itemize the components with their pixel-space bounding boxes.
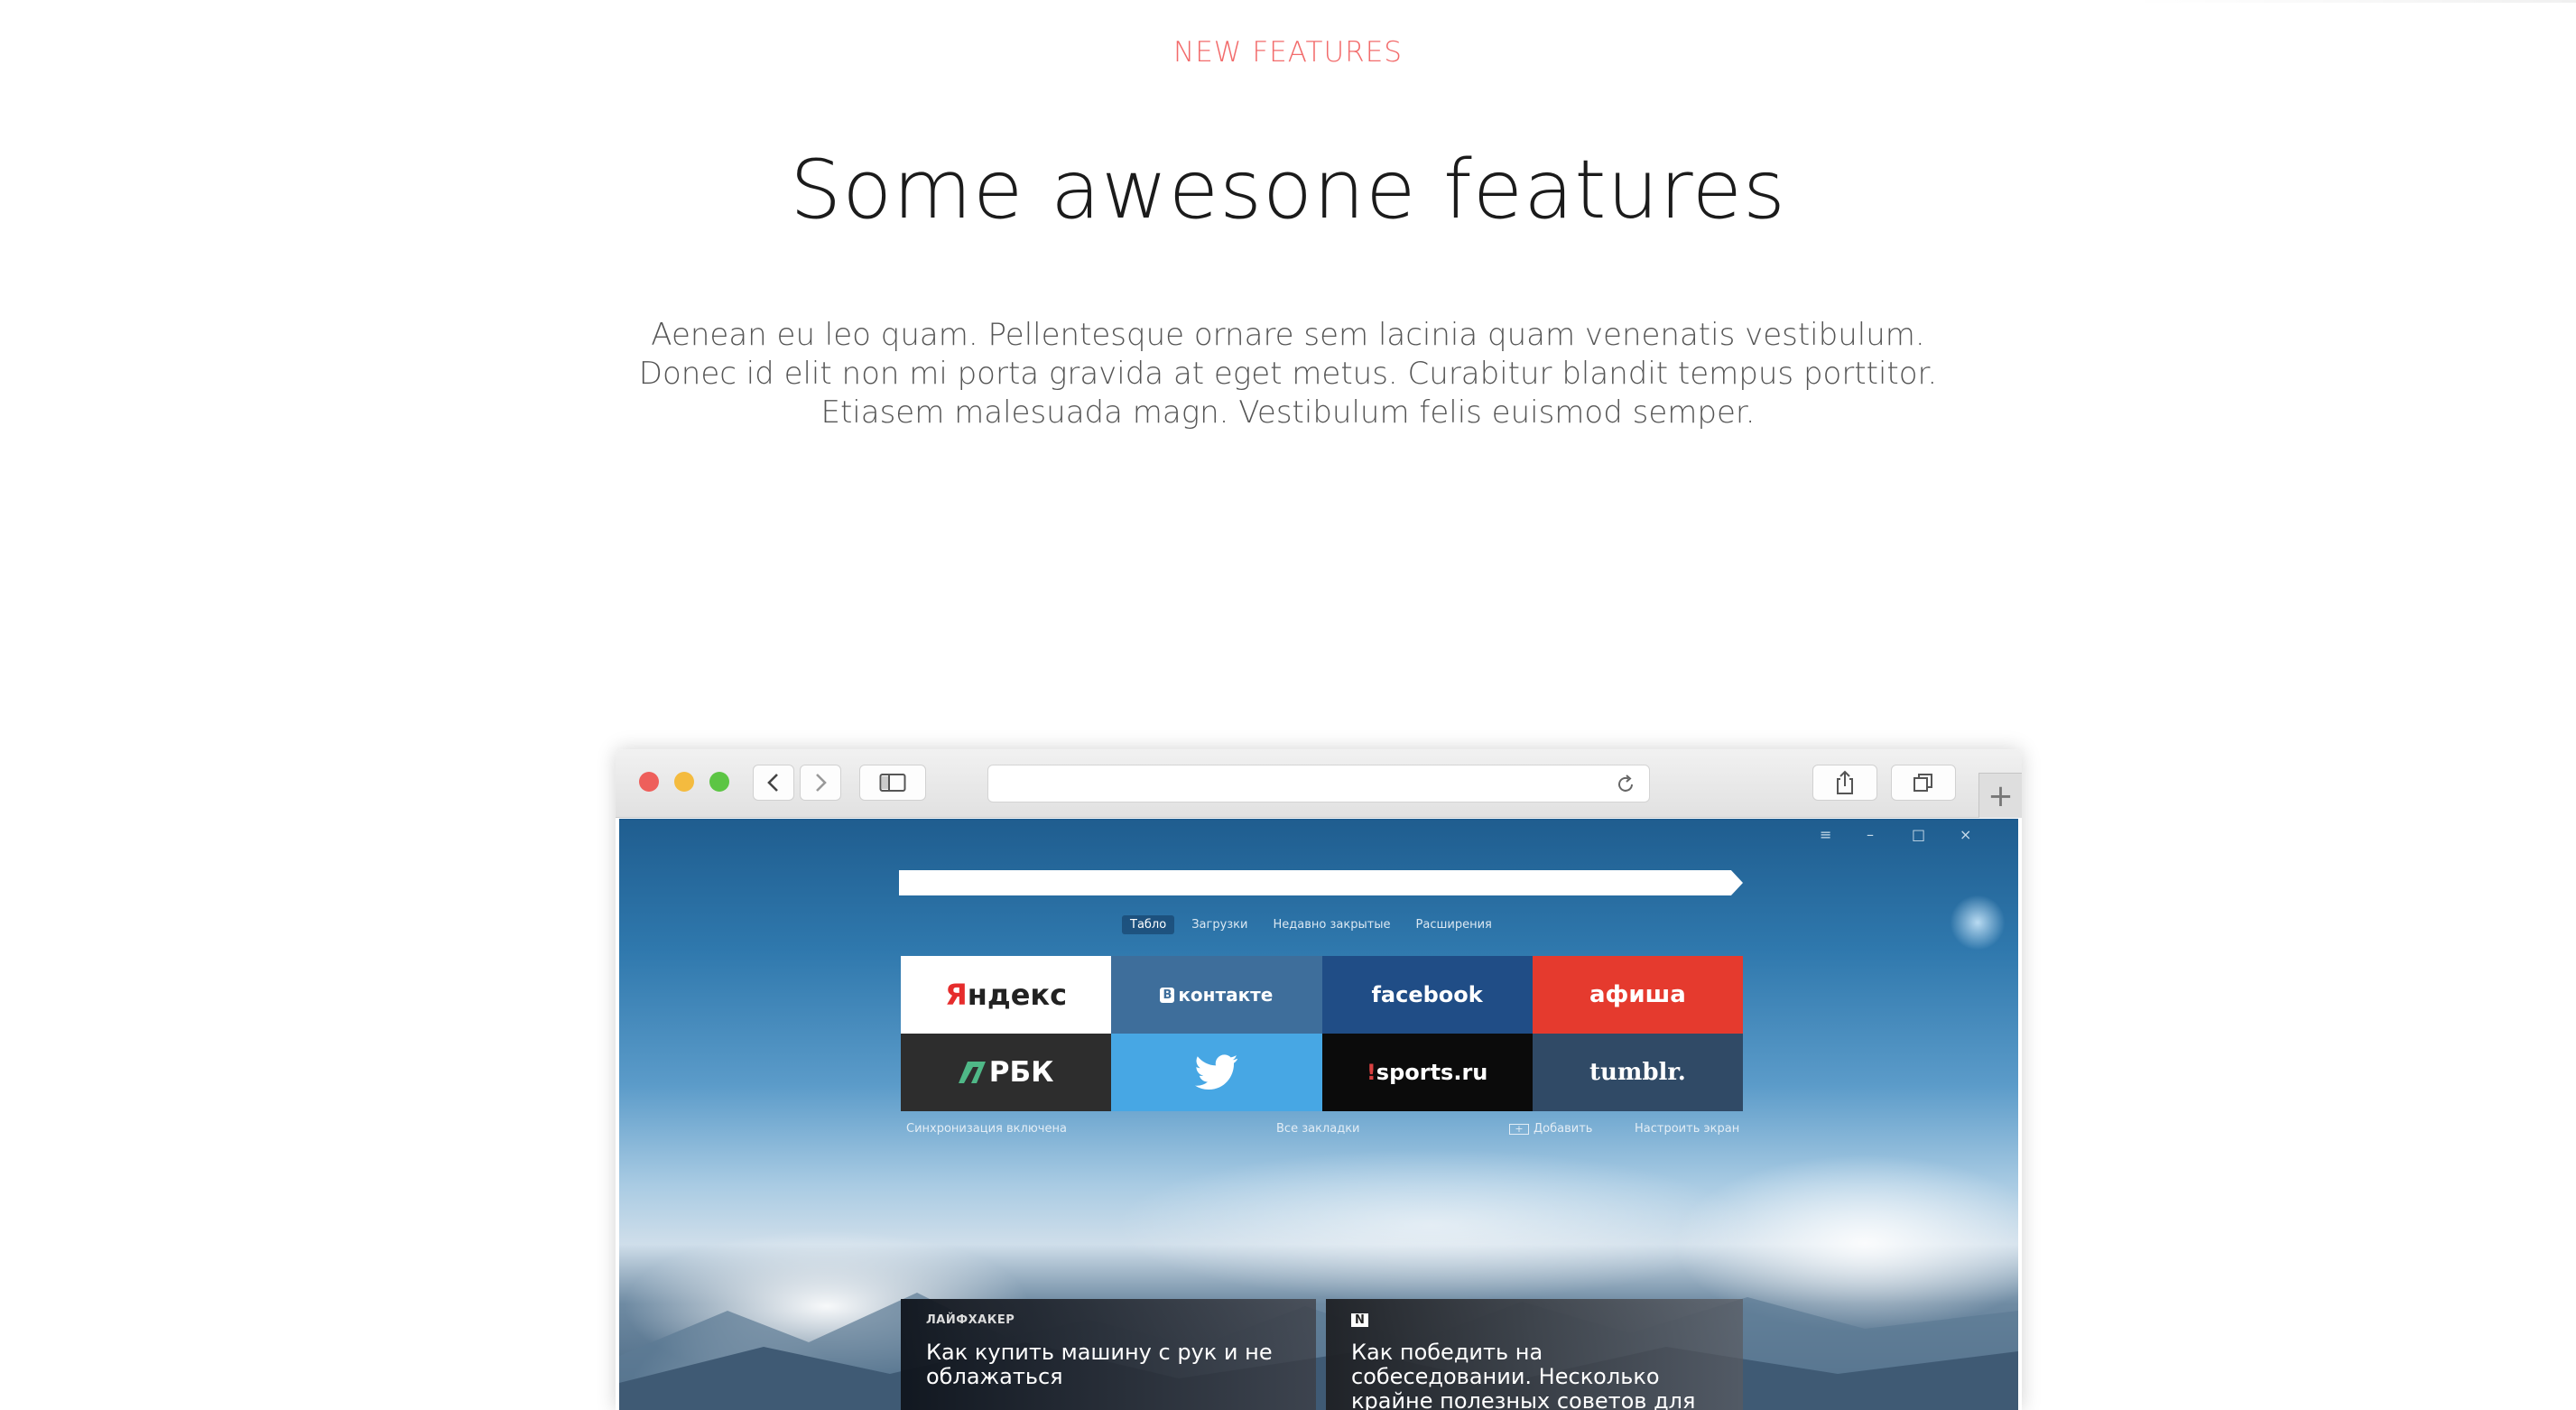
all-bookmarks-link[interactable]: Все закладки xyxy=(1276,1122,1360,1136)
tile-facebook-label: facebook xyxy=(1371,982,1483,1007)
lead-line: Etiasem malesuada magn. Vestibulum felis… xyxy=(820,394,1756,431)
tile-twitter[interactable] xyxy=(1111,1034,1322,1111)
forward-button[interactable] xyxy=(800,765,841,801)
news-source: ЛАЙФХАКЕР xyxy=(926,1313,1015,1327)
rbc-logo-icon xyxy=(958,1062,986,1083)
sync-status-link[interactable]: Синхронизация включена xyxy=(906,1122,1067,1136)
sports-prefix: ! xyxy=(1366,1060,1376,1085)
address-bar[interactable] xyxy=(987,765,1650,802)
add-box-icon: + xyxy=(1509,1123,1529,1135)
tile-sports[interactable]: ! sports.ru xyxy=(1321,1034,1533,1111)
reload-icon[interactable] xyxy=(1615,774,1636,795)
close-window-dot[interactable] xyxy=(639,772,659,792)
maximize-icon[interactable]: □ xyxy=(1912,826,1925,843)
share-button[interactable] xyxy=(1812,765,1877,801)
tile-vkontakte[interactable]: В контакте xyxy=(1111,956,1322,1034)
minimize-window-dot[interactable] xyxy=(674,772,694,792)
zoom-window-dot[interactable] xyxy=(709,772,729,792)
browser-mockup: + ≡ – □ × Табло Загрузки Недавно закрыты… xyxy=(616,749,2022,1410)
tab-extensions[interactable]: Расширения xyxy=(1416,918,1492,932)
twitter-bird-icon xyxy=(1194,1054,1238,1090)
tabs-icon xyxy=(1913,774,1932,792)
news-card[interactable]: ЛАЙФХАКЕР Как купить машину с рук и не о… xyxy=(901,1299,1316,1410)
tab-tablo[interactable]: Табло xyxy=(1122,915,1175,934)
forward-icon xyxy=(816,774,827,792)
menu-icon[interactable]: ≡ xyxy=(1820,826,1831,843)
tab-recently-closed[interactable]: Недавно закрытые xyxy=(1273,918,1390,932)
sidebar-toggle-button[interactable] xyxy=(859,765,926,801)
lead-line: Donec id elit non mi porta gravida at eg… xyxy=(638,356,1938,392)
news-title: Как купить машину с рук и не облажаться xyxy=(926,1340,1273,1389)
browser-viewport: ≡ – □ × Табло Загрузки Недавно закрытые … xyxy=(619,819,2018,1410)
news-title: Как победить на собеседовании. Несколько… xyxy=(1351,1340,1696,1410)
tile-yandex[interactable]: Яндекс xyxy=(901,956,1112,1034)
new-tab-button[interactable]: + xyxy=(1978,773,2022,818)
vk-badge-icon: В xyxy=(1160,987,1175,1003)
news-card[interactable]: N Как победить на собеседовании. Несколь… xyxy=(1326,1299,1743,1410)
section-lead: Aenean eu leo quam. Pellentesque ornare … xyxy=(0,316,2576,432)
news-source: N xyxy=(1351,1313,1369,1327)
tile-tumblr-label: tumblr. xyxy=(1589,1059,1686,1086)
add-tile-label: Добавить xyxy=(1534,1122,1593,1136)
add-tile-link[interactable]: + Добавить xyxy=(1509,1122,1592,1136)
section-eyebrow: NEW FEATURES xyxy=(1173,36,1403,69)
tile-vkontakte-label: контакте xyxy=(1178,984,1274,1006)
tile-afisha[interactable]: афиша xyxy=(1532,956,1743,1034)
back-icon xyxy=(767,774,778,792)
share-icon xyxy=(1837,770,1853,794)
tile-sports-label: sports.ru xyxy=(1376,1060,1488,1085)
tile-yandex-first-letter: Я xyxy=(945,978,968,1012)
tile-rbc[interactable]: РБК xyxy=(901,1034,1112,1111)
minimize-icon[interactable]: – xyxy=(1867,826,1874,843)
speed-dial-grid: Яндекс В контакте facebook афиша РБК ! sp… xyxy=(901,956,1743,1111)
yandex-search-bar[interactable] xyxy=(899,870,1743,895)
close-icon[interactable]: × xyxy=(1960,826,1971,843)
tab-downloads[interactable]: Загрузки xyxy=(1191,918,1247,932)
mountain-range-illustration xyxy=(619,1293,2018,1410)
top-edge-shadow xyxy=(2130,0,2576,3)
browser-toolbar: + xyxy=(616,749,2022,818)
sidebar-icon xyxy=(879,774,906,792)
section-title: Some awesone features xyxy=(790,143,1786,237)
show-tabs-button[interactable] xyxy=(1891,765,1956,801)
back-button[interactable] xyxy=(753,765,794,801)
yandex-tabs: Табло Загрузки Недавно закрытые Расширен… xyxy=(899,915,1743,934)
customize-screen-link[interactable]: Настроить экран xyxy=(1635,1122,1739,1136)
lead-line: Aenean eu leo quam. Pellentesque ornare … xyxy=(651,317,1925,353)
tile-yandex-label: ндекс xyxy=(967,978,1068,1012)
tile-afisha-label: афиша xyxy=(1589,981,1686,1008)
tile-rbc-label: РБК xyxy=(988,1056,1054,1089)
tile-tumblr[interactable]: tumblr. xyxy=(1532,1034,1743,1111)
tile-facebook[interactable]: facebook xyxy=(1321,956,1533,1034)
